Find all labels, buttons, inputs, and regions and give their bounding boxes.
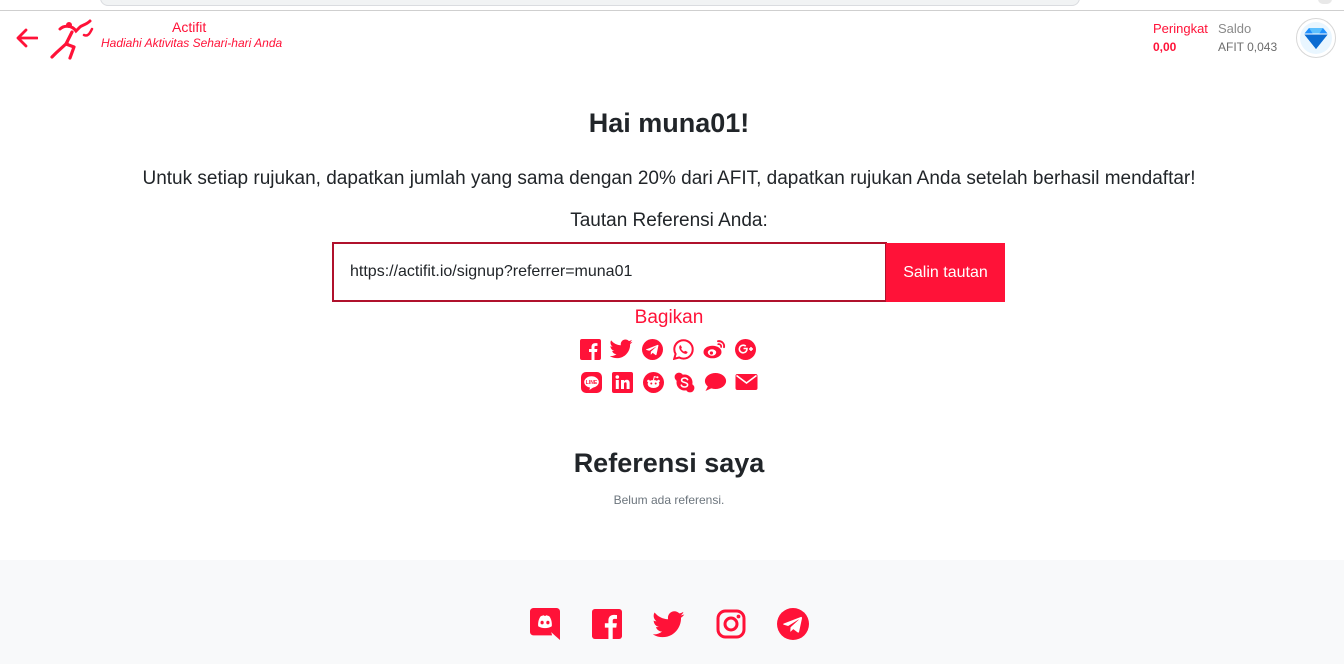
share-icons-row-2: LINE [580,371,758,393]
share-skype-button[interactable] [673,371,696,393]
email-icon [735,374,758,390]
back-button[interactable] [14,25,40,51]
arrow-left-icon [16,28,38,48]
twitter-icon [610,339,633,359]
line-icon: LINE [581,371,602,393]
facebook-icon [580,338,601,360]
share-facebook-button[interactable] [579,338,602,360]
share-telegram-button[interactable] [641,338,664,360]
share-whatsapp-button[interactable] [672,338,695,360]
balance-value: AFIT 0,043 [1218,40,1278,54]
linkedin-icon [612,371,633,393]
brand-tagline: Hadiahi Aktivitas Sehari-hari Anda [101,36,283,50]
footer-telegram-link[interactable] [777,608,809,640]
browser-menu-icon[interactable] [1318,0,1332,4]
share-icons-row-1 [579,338,757,360]
diamond-icon [1300,22,1332,54]
no-referrals-text: Belum ada referensi. [613,493,725,507]
copy-link-button[interactable]: Salin tautan [886,243,1005,302]
footer-instagram-link[interactable] [715,608,747,640]
footer-discord-link[interactable] [529,608,561,640]
weibo-icon [703,340,726,359]
footer-facebook-link[interactable] [591,608,623,640]
reddit-icon [643,371,664,393]
share-label: Bagikan [634,307,704,328]
avatar[interactable] [1296,18,1336,58]
discord-icon [530,608,560,640]
page-title: Hai muna01! [588,108,750,138]
share-google-plus-button[interactable] [734,338,757,360]
footer-twitter-link[interactable] [653,608,685,640]
my-referrals-title: Referensi saya [573,448,765,478]
page-footer [0,560,1344,664]
share-weibo-button[interactable] [703,338,726,360]
share-twitter-button[interactable] [610,338,633,360]
browser-chrome [0,0,1344,11]
share-email-button[interactable] [735,371,758,393]
share-sms-button[interactable] [704,371,727,393]
rank-value: 0,00 [1153,40,1177,54]
footer-social-links [529,608,809,640]
browser-address-bar[interactable] [100,0,1080,6]
share-line-button[interactable]: LINE [580,371,603,393]
share-reddit-button[interactable] [642,371,665,393]
actifit-logo[interactable] [50,17,94,61]
twitter-icon [653,610,685,637]
referral-description: Untuk setiap rujukan, dapatkan jumlah ya… [142,168,1196,189]
brand-name: Actifit [172,19,207,35]
instagram-icon [716,609,746,639]
referral-link-input[interactable] [332,242,887,302]
balance-label: Saldo [1218,21,1252,36]
share-linkedin-button[interactable] [611,371,634,393]
app-header: Actifit Hadiahi Aktivitas Sehari-hari An… [0,11,1344,69]
google-plus-icon [735,338,756,360]
telegram-icon [642,338,663,360]
skype-icon [674,372,695,392]
whatsapp-icon [673,338,694,360]
rank-label: Peringkat [1153,21,1208,36]
facebook-icon [592,609,622,639]
telegram-icon [777,608,809,640]
sms-icon [704,373,727,391]
svg-text:LINE: LINE [586,380,598,386]
referral-link-label: Tautan Referensi Anda: [570,210,768,231]
